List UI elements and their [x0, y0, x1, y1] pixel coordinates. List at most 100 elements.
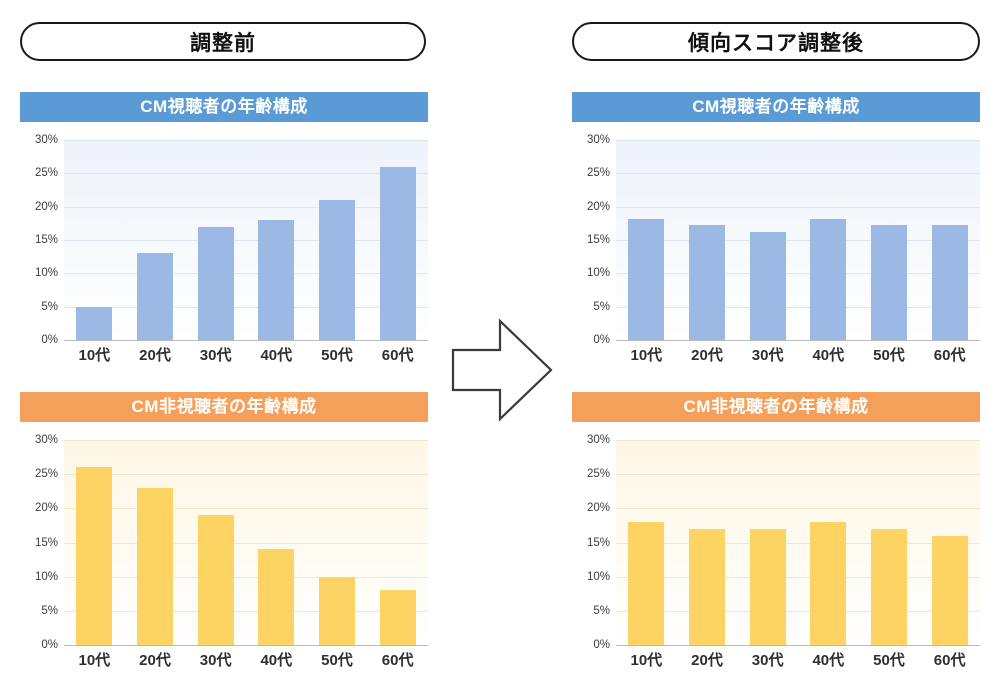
x-tick-label: 50代 [873, 347, 905, 364]
bar-50代 [870, 528, 907, 645]
x-tick-label: 40代 [260, 652, 293, 669]
chart-title-after-nonviewer: CM非視聴者の年齢構成 [572, 392, 980, 422]
section-header-after-label: 傾向スコア調整後 [688, 31, 864, 55]
x-tick-label: 20代 [691, 652, 723, 669]
bar-60代 [931, 225, 968, 340]
right-block-arrow-icon [450, 318, 554, 422]
y-tick-label: 25% [586, 468, 610, 481]
y-axis-before-viewer: 30% 25% 20% 15% 10% 5% 0% [20, 134, 62, 358]
x-tick-label: 20代 [691, 347, 723, 364]
y-tick-label: 5% [41, 300, 58, 313]
x-axis-before-viewer: 10代 20代 30代 40代 50代 60代 [64, 344, 428, 365]
y-tick-label: 20% [34, 502, 58, 515]
x-tick-label: 20代 [139, 347, 171, 364]
x-tick-label: 50代 [873, 652, 905, 669]
y-tick-label: 30% [586, 434, 610, 446]
x-tick-label: 60代 [933, 347, 966, 364]
chart-panel-after-nonviewer: CM非視聴者の年齢構成 30% 25% 20% 15% 10% 5% 0% 10代 20代 30代 4… [572, 392, 980, 669]
y-tick-label: 10% [34, 570, 58, 583]
chart-panel-before-viewer: CM視聴者の年齢構成 30% 25% 20% 15% 10% 5% 0% 10代 20代 30代 40… [20, 92, 428, 364]
bar-40代 [258, 549, 295, 645]
chart-body-before-nonviewer: 30% 25% 20% 15% 10% 5% 0% [20, 434, 428, 663]
chart-panel-after-viewer: CM視聴者の年齢構成 30% 25% 20% 15% 10% 5% 0% 10代 20代 30代 40… [572, 92, 980, 364]
plot-area-after-nonviewer [616, 440, 980, 646]
bar-20代 [136, 487, 173, 645]
y-tick-label: 20% [34, 200, 58, 213]
x-tick-label: 60代 [933, 652, 966, 669]
bar-series-before-nonviewer [64, 440, 428, 645]
bar-40代 [258, 220, 295, 340]
x-axis-after-viewer: 10代 20代 30代 40代 50代 60代 [616, 344, 980, 365]
bar-10代 [76, 467, 113, 645]
bar-10代 [628, 522, 665, 645]
y-tick-label: 5% [41, 604, 58, 617]
x-axis-after-nonviewer: 10代 20代 30代 40代 50代 60代 [616, 649, 980, 670]
section-header-before-label: 調整前 [190, 31, 256, 55]
x-tick-label: 10代 [78, 347, 111, 364]
bar-60代 [379, 166, 416, 340]
x-tick-label: 50代 [321, 652, 353, 669]
y-tick-label: 15% [586, 536, 610, 549]
x-tick-label: 20代 [139, 652, 171, 669]
y-tick-label: 5% [593, 604, 610, 617]
y-tick-label: 10% [586, 570, 610, 583]
chart-body-before-viewer: 30% 25% 20% 15% 10% 5% 0% [20, 134, 428, 358]
y-tick-label: 0% [41, 334, 58, 346]
x-tick-label: 40代 [812, 652, 845, 669]
y-tick-label: 15% [34, 536, 58, 549]
x-tick-label: 10代 [630, 652, 663, 669]
bar-30代 [197, 226, 234, 340]
plot-area-before-viewer [64, 140, 428, 341]
y-tick-label: 0% [41, 639, 58, 651]
x-tick-label: 40代 [812, 347, 845, 364]
section-header-before: 調整前 [20, 22, 426, 61]
y-tick-label: 30% [34, 434, 58, 446]
x-tick-label: 30代 [751, 652, 784, 669]
y-tick-label: 30% [586, 134, 610, 146]
y-tick-label: 25% [34, 468, 58, 481]
bar-50代 [318, 576, 355, 645]
bar-20代 [688, 225, 725, 340]
chart-body-after-viewer: 30% 25% 20% 15% 10% 5% 0% [572, 134, 980, 358]
y-tick-label: 5% [593, 300, 610, 313]
x-tick-label: 30代 [199, 347, 232, 364]
bar-30代 [749, 528, 786, 645]
y-tick-label: 25% [586, 167, 610, 180]
y-tick-label: 15% [586, 234, 610, 246]
y-tick-label: 30% [34, 134, 58, 146]
bar-10代 [628, 218, 665, 340]
bar-series-before-viewer [64, 140, 428, 340]
chart-title-before-nonviewer: CM非視聴者の年齢構成 [20, 392, 428, 422]
x-tick-label: 60代 [381, 347, 414, 364]
bar-10代 [76, 306, 113, 340]
x-tick-label: 60代 [381, 652, 414, 669]
y-tick-label: 25% [34, 167, 58, 180]
bar-20代 [136, 253, 173, 340]
y-axis-after-viewer: 30% 25% 20% 15% 10% 5% 0% [572, 134, 614, 358]
y-tick-label: 20% [586, 502, 610, 515]
y-tick-label: 0% [593, 639, 610, 651]
y-tick-label: 0% [593, 334, 610, 346]
y-tick-label: 10% [586, 267, 610, 280]
y-axis-before-nonviewer: 30% 25% 20% 15% 10% 5% 0% [20, 434, 62, 663]
bar-20代 [688, 528, 725, 645]
bar-40代 [810, 218, 847, 340]
bar-60代 [379, 590, 416, 645]
arrow-shape [451, 318, 553, 422]
bar-60代 [931, 535, 968, 645]
chart-panel-before-nonviewer: CM非視聴者の年齢構成 30% 25% 20% 15% 10% 5% 0% 10代 20代 30代 4… [20, 392, 428, 669]
y-tick-label: 20% [586, 200, 610, 213]
x-tick-label: 10代 [630, 347, 663, 364]
plot-area-before-nonviewer [64, 440, 428, 646]
y-axis-after-nonviewer: 30% 25% 20% 15% 10% 5% 0% [572, 434, 614, 663]
bar-40代 [810, 522, 847, 645]
chart-title-after-viewer: CM視聴者の年齢構成 [572, 92, 980, 122]
x-axis-before-nonviewer: 10代 20代 30代 40代 50代 60代 [64, 649, 428, 670]
y-tick-label: 10% [34, 267, 58, 280]
x-tick-label: 30代 [199, 652, 232, 669]
chart-body-after-nonviewer: 30% 25% 20% 15% 10% 5% 0% [572, 434, 980, 663]
x-tick-label: 10代 [78, 652, 111, 669]
x-tick-label: 30代 [751, 347, 784, 364]
bar-series-after-nonviewer [616, 440, 980, 645]
plot-area-after-viewer [616, 140, 980, 341]
